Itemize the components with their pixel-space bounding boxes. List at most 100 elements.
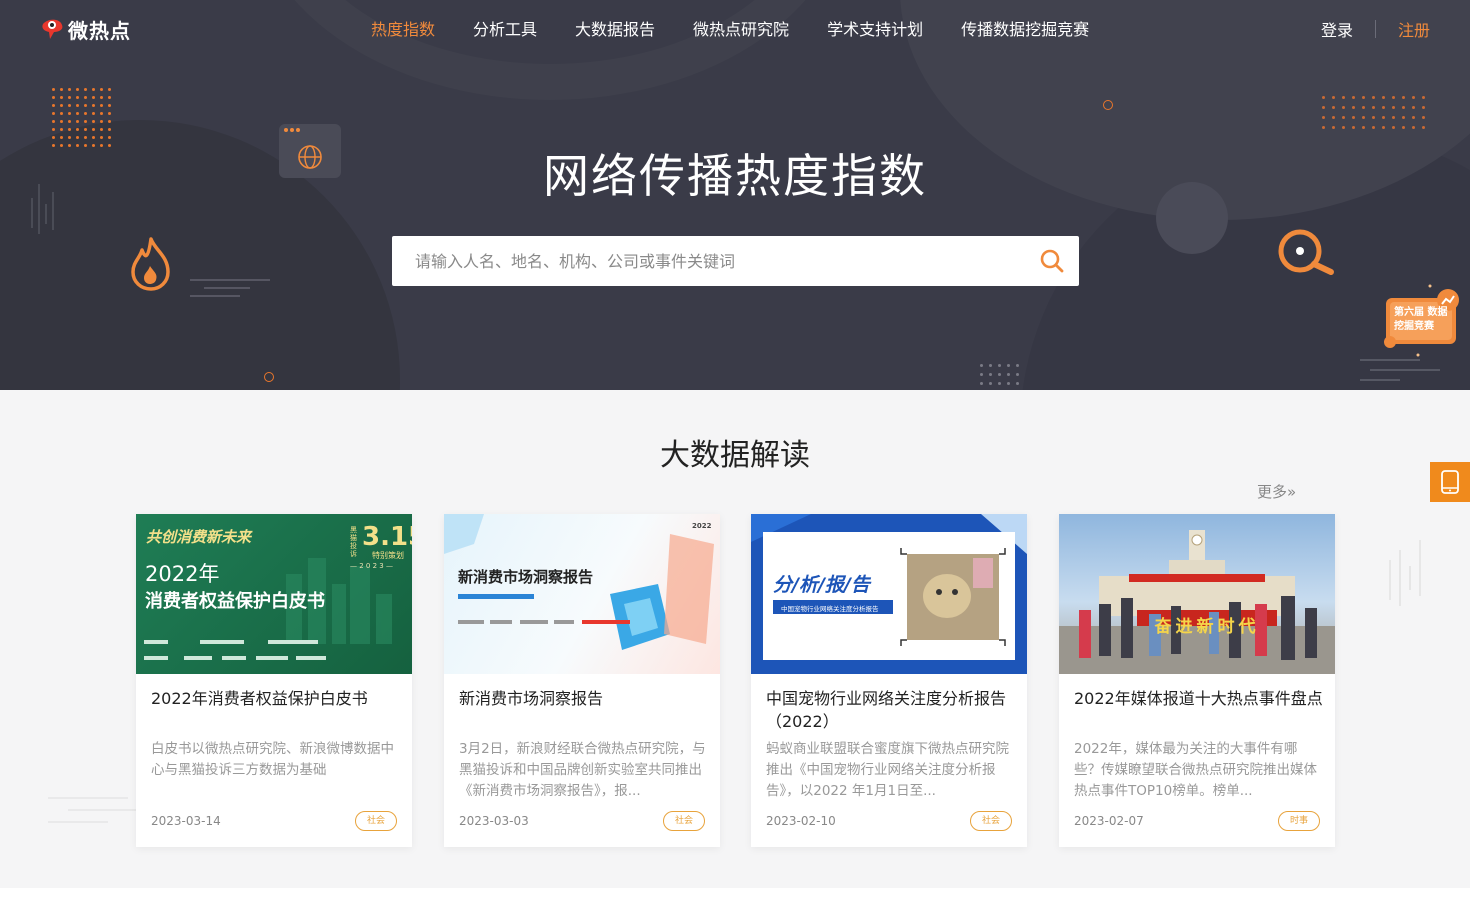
thumb-heading: 新消费市场洞察报告	[458, 568, 594, 586]
contest-promo-badge[interactable]: 第六届 数据挖掘竞赛	[1384, 282, 1462, 364]
decor-dot	[1412, 96, 1415, 99]
decor-dot	[1392, 96, 1395, 99]
decor-dot	[998, 364, 1001, 367]
promo-label: 第六届 数据挖掘竞赛	[1394, 307, 1448, 332]
decor-dot	[1332, 126, 1335, 129]
decor-dot	[1402, 116, 1405, 119]
decor-dot	[68, 88, 71, 91]
decor-dot	[92, 136, 95, 139]
card-description: 蚂蚁商业联盟联合蜜度旗下微热点研究院推出《中国宠物行业网络关注度分析报告》，以2…	[766, 741, 1009, 799]
decor-dot	[84, 136, 87, 139]
card-tag: 社会	[969, 811, 1012, 831]
decor-dot	[100, 120, 103, 123]
decor-dot	[84, 96, 87, 99]
decor-dot	[1382, 116, 1385, 119]
decor-dot	[1342, 96, 1345, 99]
tablet-icon	[1441, 470, 1459, 494]
decor-dots	[1322, 96, 1432, 136]
decor-dot	[1322, 116, 1325, 119]
thumb-sub: 中国宠物行业网络关注度分析报告	[781, 605, 879, 613]
mobile-app-button[interactable]	[1430, 462, 1470, 502]
decor-dot	[76, 96, 79, 99]
login-link[interactable]: 登录	[1321, 17, 1353, 41]
auth-links: 登录 注册	[1321, 17, 1430, 41]
decor-dot	[100, 88, 103, 91]
report-card[interactable]: 共创消费新未来 2022年 消费者权益保护白皮书 黑猫投诉 3.15 特别策划 …	[136, 514, 412, 847]
decor-dot	[108, 88, 111, 91]
decor-dot	[60, 136, 63, 139]
decor-dot	[108, 120, 111, 123]
decor-dot	[60, 104, 63, 107]
card-title[interactable]: 2022年消费者权益保护白皮书	[151, 687, 403, 710]
decor-dot	[84, 112, 87, 115]
card-description: 2022年，媒体最为关注的大事件有哪些？传媒瞭望联合微热点研究院推出媒体热点事件…	[1074, 741, 1317, 799]
thumb-slogan: 共创消费新未来	[146, 528, 252, 546]
decor-dot	[60, 112, 63, 115]
decor-dot	[52, 136, 55, 139]
card-title[interactable]: 2022年媒体报道十大热点事件盘点	[1074, 687, 1326, 710]
decor-dot	[108, 136, 111, 139]
decor-dot	[1362, 106, 1365, 109]
decor-dot	[84, 120, 87, 123]
thumb-heading: 分/析/报/告	[773, 574, 870, 596]
nav-item-big-data-reports[interactable]: 大数据报告	[556, 16, 674, 40]
decor-dot	[1322, 126, 1325, 129]
decor-dot	[52, 88, 55, 91]
decor-dot	[1412, 106, 1415, 109]
decor-dot	[1382, 96, 1385, 99]
card-date: 2023-03-03	[459, 814, 529, 828]
more-link[interactable]: 更多»	[1257, 481, 1296, 502]
card-date: 2023-02-07	[1074, 814, 1144, 828]
decor-dot	[68, 136, 71, 139]
decor-dot	[1382, 106, 1385, 109]
decor-dot	[989, 364, 992, 367]
decor-dot	[998, 373, 1001, 376]
decor-dot	[1382, 126, 1385, 129]
decor-dot	[68, 128, 71, 131]
decor-dot	[1412, 126, 1415, 129]
decor-dot	[100, 128, 103, 131]
decor-lines	[1389, 540, 1421, 606]
nav-item-heat-index[interactable]: 热度指数	[352, 16, 454, 40]
decor-dot	[1007, 364, 1010, 367]
decor-lines	[48, 797, 138, 823]
decor-dot	[1362, 96, 1365, 99]
card-title[interactable]: 中国宠物行业网络关注度分析报告（2022）	[766, 687, 1018, 733]
decor-dot	[1016, 373, 1019, 376]
decor-dot	[1392, 126, 1395, 129]
report-card[interactable]: 奋进新时代 2022年媒体报道十大热点事件盘点 2022年，媒体最为关注的大事件…	[1059, 514, 1335, 847]
card-title[interactable]: 新消费市场洞察报告	[459, 687, 711, 710]
decor-dot	[92, 104, 95, 107]
report-card[interactable]: 分/析/报/告 中国宠物行业网络关注度分析报告 中国宠物行业网络关注度分析报告（…	[751, 514, 1027, 847]
brand-logo[interactable]: 微热点	[40, 14, 131, 44]
brand-name: 微热点	[68, 18, 131, 43]
decor-dots	[52, 88, 116, 148]
decor-dot	[68, 96, 71, 99]
register-link[interactable]: 注册	[1398, 17, 1430, 41]
decor-dot	[1016, 364, 1019, 367]
search-icon[interactable]	[1039, 248, 1065, 274]
decor-dot	[100, 136, 103, 139]
report-thumbnail: 共创消费新未来 2022年 消费者权益保护白皮书 黑猫投诉 3.15 特别策划 …	[136, 514, 412, 674]
report-card[interactable]: 新消费市场洞察报告 2022 新消费市场洞察报告 3月2日，新浪财经联合微热点研…	[444, 514, 720, 847]
thumb-year: 2022	[692, 522, 712, 530]
decor-dot	[980, 373, 983, 376]
decor-ring	[264, 372, 274, 382]
nav-item-analysis-tools[interactable]: 分析工具	[454, 16, 556, 40]
report-thumbnail: 分/析/报/告 中国宠物行业网络关注度分析报告	[751, 514, 1027, 674]
decor-dot	[1352, 126, 1355, 129]
decor-dot	[1322, 106, 1325, 109]
decor-dot	[980, 364, 983, 367]
decor-lines	[190, 279, 270, 297]
nav-item-data-mining-contest[interactable]: 传播数据挖掘竞赛	[942, 16, 1108, 40]
search-input[interactable]	[392, 236, 1022, 286]
decor-dot	[60, 96, 63, 99]
nav-item-research-institute[interactable]: 微热点研究院	[674, 16, 808, 40]
decor-dot	[76, 88, 79, 91]
decor-dot	[1372, 126, 1375, 129]
thumb-badge-year: — 2 0 2 3 —	[350, 562, 393, 570]
nav-item-academic-support[interactable]: 学术支持计划	[808, 16, 942, 40]
thumb-year: 2022年	[145, 562, 220, 586]
card-tag: 社会	[354, 811, 397, 831]
decor-dot	[1332, 106, 1335, 109]
